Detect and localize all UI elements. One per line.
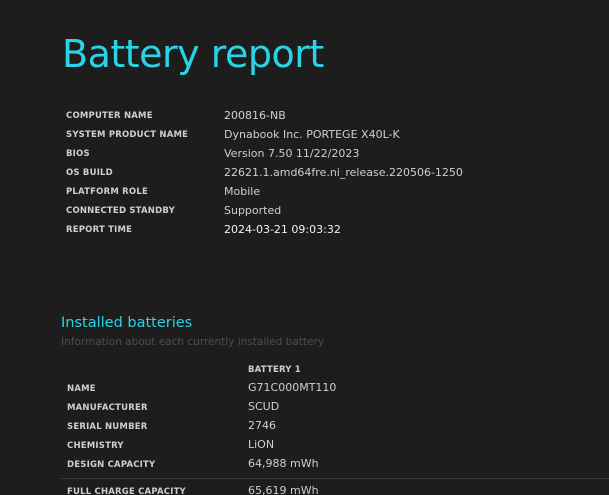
- table-divider: [61, 478, 609, 479]
- info-value: Supported: [224, 204, 282, 217]
- row-label: MANUFACTURER: [67, 403, 148, 413]
- row-value: G71C000MT110: [248, 381, 337, 394]
- info-value: Mobile: [224, 185, 261, 198]
- row-value: 64,988 mWh: [248, 457, 319, 470]
- section-subtitle: Information about each currently install…: [61, 336, 324, 348]
- info-value: 200816-NB: [224, 109, 286, 122]
- info-label: SYSTEM PRODUCT NAME: [66, 130, 189, 140]
- info-value: Dynabook Inc. PORTEGE X40L-K: [224, 128, 400, 141]
- info-label: COMPUTER NAME: [66, 111, 153, 121]
- battery-column-header: BATTERY 1: [248, 365, 301, 375]
- row-label: CHEMISTRY: [67, 441, 124, 451]
- row-value: SCUD: [248, 400, 280, 413]
- info-label: BIOS: [66, 149, 90, 159]
- table-row: FULL CHARGE CAPACITY 65,619 mWh: [67, 484, 467, 495]
- info-label: CONNECTED STANDBY: [66, 206, 175, 216]
- info-label: PLATFORM ROLE: [66, 187, 148, 197]
- row-label: NAME: [67, 384, 96, 394]
- info-value: Version 7.50 11/22/2023: [224, 147, 360, 160]
- row-label: FULL CHARGE CAPACITY: [67, 487, 186, 495]
- info-value: 2024-03-21 09:03:32: [224, 223, 341, 236]
- page-title: Battery report: [62, 32, 324, 76]
- info-value: 22621.1.amd64fre.ni_release.220506-1250: [224, 166, 463, 179]
- row-value: 65,619 mWh: [248, 484, 319, 495]
- section-title-installed-batteries: Installed batteries: [61, 315, 193, 331]
- row-label: DESIGN CAPACITY: [67, 460, 156, 470]
- row-value: 2746: [248, 419, 276, 432]
- battery-report-page: Battery report COMPUTER NAME 200816-NB S…: [0, 0, 609, 495]
- info-label: REPORT TIME: [66, 225, 133, 235]
- info-label: OS BUILD: [66, 168, 113, 178]
- row-value: LiON: [248, 438, 275, 451]
- row-label: SERIAL NUMBER: [67, 422, 148, 432]
